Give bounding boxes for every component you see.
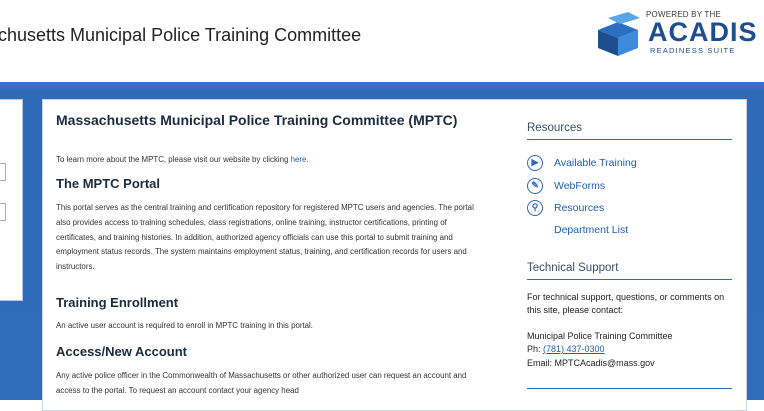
site-title: achusetts Municipal Police Training Comm… [0,25,362,45]
search-icon: ⚲ [527,200,543,216]
intro-text: To learn more about the MPTC, please vis… [56,155,309,164]
sidebar-divider [527,388,732,389]
section-heading-access: Access/New Account [56,344,188,359]
login-panel [0,99,23,301]
sidebar: Resources ▶ Available Training ✎ WebForm… [527,122,732,389]
username-field[interactable] [0,163,6,181]
email-address[interactable]: MPTCAcadis@mass.gov [555,358,655,368]
acadis-cube-icon [598,12,640,56]
contact-org-name: Municipal Police Training Committee [527,331,673,341]
section-heading-portal: The MPTC Portal [56,176,161,191]
phone-link[interactable]: (781) 437-0300 [543,344,605,354]
main-panel: Massachusetts Municipal Police Training … [42,99,747,411]
contact-email: Email: MPTCAcadis@mass.gov [527,358,655,368]
section-body-portal: This portal serves as the central traini… [56,203,474,272]
training-icon: ▶ [527,155,543,171]
site-header: achusetts Municipal Police Training Comm… [0,0,764,82]
section-heading-enrollment: Training Enrollment [56,295,179,310]
section-body-enrollment: An active user account is required to en… [56,321,314,330]
logo-brand: ACADIS [648,17,758,47]
support-text: For technical support, questions, or com… [527,292,725,315]
resources-heading: Resources [527,122,732,140]
logo-suite: READINESS SUITE [650,46,736,55]
contact-phone: Ph: (781) 437-0300 [527,344,605,354]
mptc-website-link[interactable]: here [291,155,307,164]
acadis-logo[interactable]: POWERED BY THE ACADIS READINESS SUITE [594,8,757,60]
technical-support-heading: Technical Support [527,262,732,280]
section-body-access: Any active police officer in the Commonw… [56,371,467,395]
password-field[interactable] [0,203,6,221]
webforms-icon: ✎ [527,178,543,194]
page-title: Massachusetts Municipal Police Training … [56,112,458,128]
